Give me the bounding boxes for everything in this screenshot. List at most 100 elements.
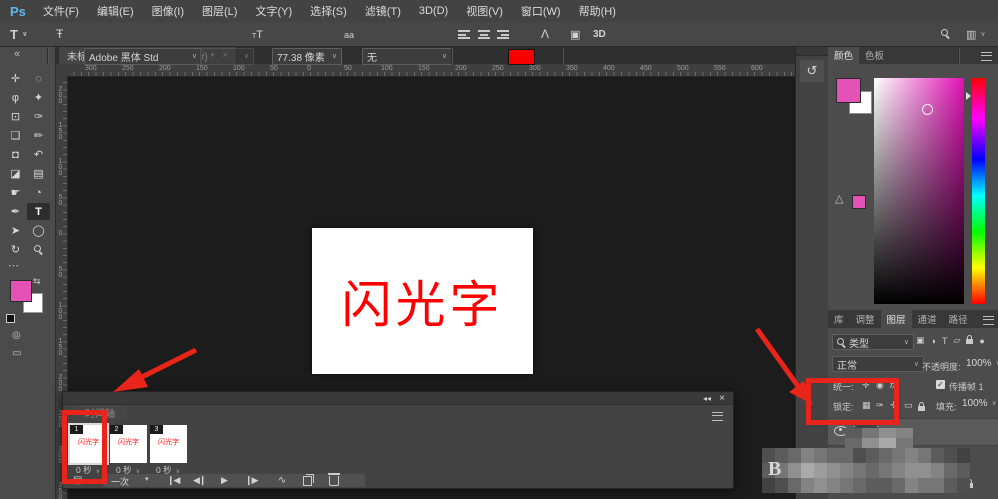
shape-tool[interactable]: ◯ bbox=[27, 222, 50, 239]
workspace-switcher-icon[interactable]: ▥ ∨ bbox=[966, 26, 986, 42]
lasso-tool[interactable]: φ bbox=[4, 89, 27, 106]
filter-lock-icon[interactable] bbox=[966, 336, 973, 346]
next-frame-icon[interactable]: ❙▶ bbox=[245, 475, 257, 486]
duplicate-frame-icon[interactable] bbox=[303, 476, 312, 488]
foreground-color-swatch[interactable] bbox=[836, 78, 861, 103]
panel-menu-icon[interactable] bbox=[981, 52, 992, 61]
timeline-panel: ◂◂ × 时间轴 1 闪光字 2 闪光字 3 闪光字 0 秒∨ 0 秒∨ 0 秒… bbox=[62, 391, 734, 489]
magic-wand-tool[interactable]: ✦ bbox=[27, 89, 50, 106]
default-colors-icon[interactable] bbox=[6, 314, 15, 323]
ruler-label: 200 bbox=[57, 86, 64, 104]
font-style-select[interactable]: ∨ bbox=[200, 48, 254, 65]
filter-shape-icon[interactable]: ▱ bbox=[953, 335, 960, 346]
search-icon[interactable] bbox=[941, 29, 950, 38]
tab-layers[interactable]: 图层 bbox=[881, 310, 912, 328]
filter-pixel-icon[interactable]: ▣ bbox=[916, 335, 925, 346]
smudge-tool[interactable]: ☛ bbox=[4, 184, 27, 201]
tween-frames-icon[interactable]: ∿ bbox=[278, 475, 285, 486]
lock-all-icon[interactable] bbox=[918, 398, 925, 416]
tab-libraries[interactable]: 库 bbox=[828, 310, 850, 328]
menu-layer[interactable]: 图层(L) bbox=[193, 0, 246, 22]
hue-slider[interactable] bbox=[972, 78, 985, 304]
first-frame-icon[interactable]: ❙◀ bbox=[167, 475, 179, 486]
zoom-tool[interactable] bbox=[27, 241, 50, 258]
menu-select[interactable]: 选择(S) bbox=[301, 0, 356, 22]
eyedropper-tool[interactable]: ✑ bbox=[27, 108, 50, 125]
menu-filter[interactable]: 滤镜(T) bbox=[356, 0, 410, 22]
play-animation-icon[interactable]: ▶ bbox=[221, 475, 227, 486]
annotation-rect-red-layer bbox=[806, 378, 899, 425]
opacity-select[interactable]: 100% ∨ bbox=[962, 356, 998, 370]
menu-edit[interactable]: 编辑(E) bbox=[88, 0, 143, 22]
align-left-icon[interactable] bbox=[458, 30, 471, 39]
tab-adjustments[interactable]: 调整 bbox=[850, 310, 881, 328]
type-color-swatch[interactable] bbox=[508, 49, 535, 65]
path-select-tool[interactable]: ➤ bbox=[4, 222, 27, 239]
propagate-frame-checkbox[interactable]: ✓ bbox=[936, 380, 945, 389]
crop-tool[interactable]: ⊡ bbox=[4, 108, 27, 125]
menu-type[interactable]: 文字(Y) bbox=[246, 0, 301, 22]
tab-paths[interactable]: 路径 bbox=[943, 310, 974, 328]
text-orientation-icon[interactable]: Ŧ bbox=[56, 26, 63, 42]
filter-toggle-icon[interactable]: ● bbox=[979, 336, 984, 346]
warp-text-icon[interactable]: Ʌ bbox=[541, 26, 549, 42]
pen-tool[interactable]: ✒ bbox=[4, 203, 27, 220]
align-right-icon[interactable] bbox=[496, 30, 509, 39]
gamut-warning-icon[interactable]: △ bbox=[835, 192, 843, 205]
more-tools-icon[interactable]: ⋯ bbox=[8, 259, 19, 272]
menu-3d[interactable]: 3D(D) bbox=[410, 0, 457, 22]
delete-frame-icon[interactable] bbox=[329, 473, 339, 488]
close-panel-icon[interactable]: × bbox=[719, 393, 725, 404]
tab-channels[interactable]: 通道 bbox=[912, 310, 943, 328]
font-family-select[interactable]: Adobe 黑体 Std ∨ bbox=[84, 48, 202, 65]
align-center-icon[interactable] bbox=[477, 30, 490, 39]
gamut-color-chip[interactable] bbox=[852, 195, 866, 209]
rotate-view-tool[interactable]: ↻ bbox=[4, 241, 27, 258]
screen-mode-icon[interactable]: ▭ bbox=[12, 348, 21, 359]
font-size-select[interactable]: 77.38 像素 ∨ bbox=[272, 48, 342, 65]
loop-count-select[interactable]: 一次 bbox=[111, 475, 129, 488]
menu-window[interactable]: 窗口(W) bbox=[512, 0, 570, 22]
panel-menu-icon[interactable] bbox=[712, 412, 723, 421]
loop-dropdown-icon[interactable]: ▾ bbox=[145, 475, 148, 483]
filter-adjustment-icon[interactable]: ◑ bbox=[931, 336, 936, 346]
fill-select[interactable]: 100% ∨ bbox=[958, 396, 998, 410]
toggle-panels-icon[interactable]: ▣ bbox=[570, 26, 580, 42]
history-brush-tool[interactable]: ↶ bbox=[27, 146, 50, 163]
saturation-brightness-field[interactable] bbox=[874, 78, 964, 304]
swap-colors-icon[interactable]: ⇆ bbox=[33, 276, 41, 287]
healing-brush-tool[interactable]: ❏ bbox=[4, 127, 27, 144]
gradient-tool[interactable]: ▤ bbox=[27, 165, 50, 182]
clone-stamp-tool[interactable]: ◘ bbox=[4, 146, 27, 163]
type-tool-selected[interactable]: T bbox=[27, 203, 50, 220]
menu-view[interactable]: 视图(V) bbox=[457, 0, 512, 22]
collapse-panel-icon[interactable]: ◂◂ bbox=[703, 394, 711, 403]
document-canvas[interactable]: 闪光字 bbox=[312, 228, 533, 374]
lock-artboard-icon[interactable]: ▭ bbox=[904, 400, 913, 411]
menu-help[interactable]: 帮助(H) bbox=[570, 0, 625, 22]
hue-slider-marker[interactable] bbox=[966, 92, 971, 100]
move-tool[interactable]: ✛ bbox=[4, 70, 27, 87]
eraser-tool[interactable]: ◪ bbox=[4, 165, 27, 182]
quick-mask-icon[interactable]: ◎ bbox=[12, 330, 21, 341]
3d-button[interactable]: 3D bbox=[593, 26, 606, 42]
menu-image[interactable]: 图像(I) bbox=[143, 0, 193, 22]
tab-swatches[interactable]: 色板 bbox=[859, 46, 890, 64]
animation-frame-2[interactable]: 2 闪光字 bbox=[110, 425, 147, 463]
panel-menu-icon[interactable] bbox=[983, 316, 994, 325]
type-tool-preset-icon[interactable]: T ∨ bbox=[10, 25, 28, 43]
tab-color[interactable]: 颜色 bbox=[828, 46, 859, 64]
filter-type-icon[interactable]: T bbox=[942, 336, 948, 346]
layer-filter-select[interactable]: 类型 ∨ bbox=[832, 334, 914, 350]
marquee-tool[interactable]: ◌ bbox=[27, 70, 50, 87]
dodge-tool[interactable]: ◔ bbox=[27, 184, 50, 201]
blend-mode-select[interactable]: 正常 ∨ bbox=[832, 356, 924, 372]
menu-file[interactable]: 文件(F) bbox=[34, 0, 88, 22]
anti-alias-select[interactable]: 无 ∨ bbox=[362, 48, 452, 65]
collapse-tools-icon[interactable]: « bbox=[14, 48, 20, 60]
pencil-tool[interactable]: ✏ bbox=[27, 127, 50, 144]
animation-frame-3[interactable]: 3 闪光字 bbox=[150, 425, 187, 463]
previous-frame-icon[interactable]: ◀❙ bbox=[193, 475, 205, 486]
foreground-color-swatch[interactable] bbox=[10, 280, 32, 302]
history-panel-icon[interactable]: ↺ bbox=[800, 60, 824, 82]
